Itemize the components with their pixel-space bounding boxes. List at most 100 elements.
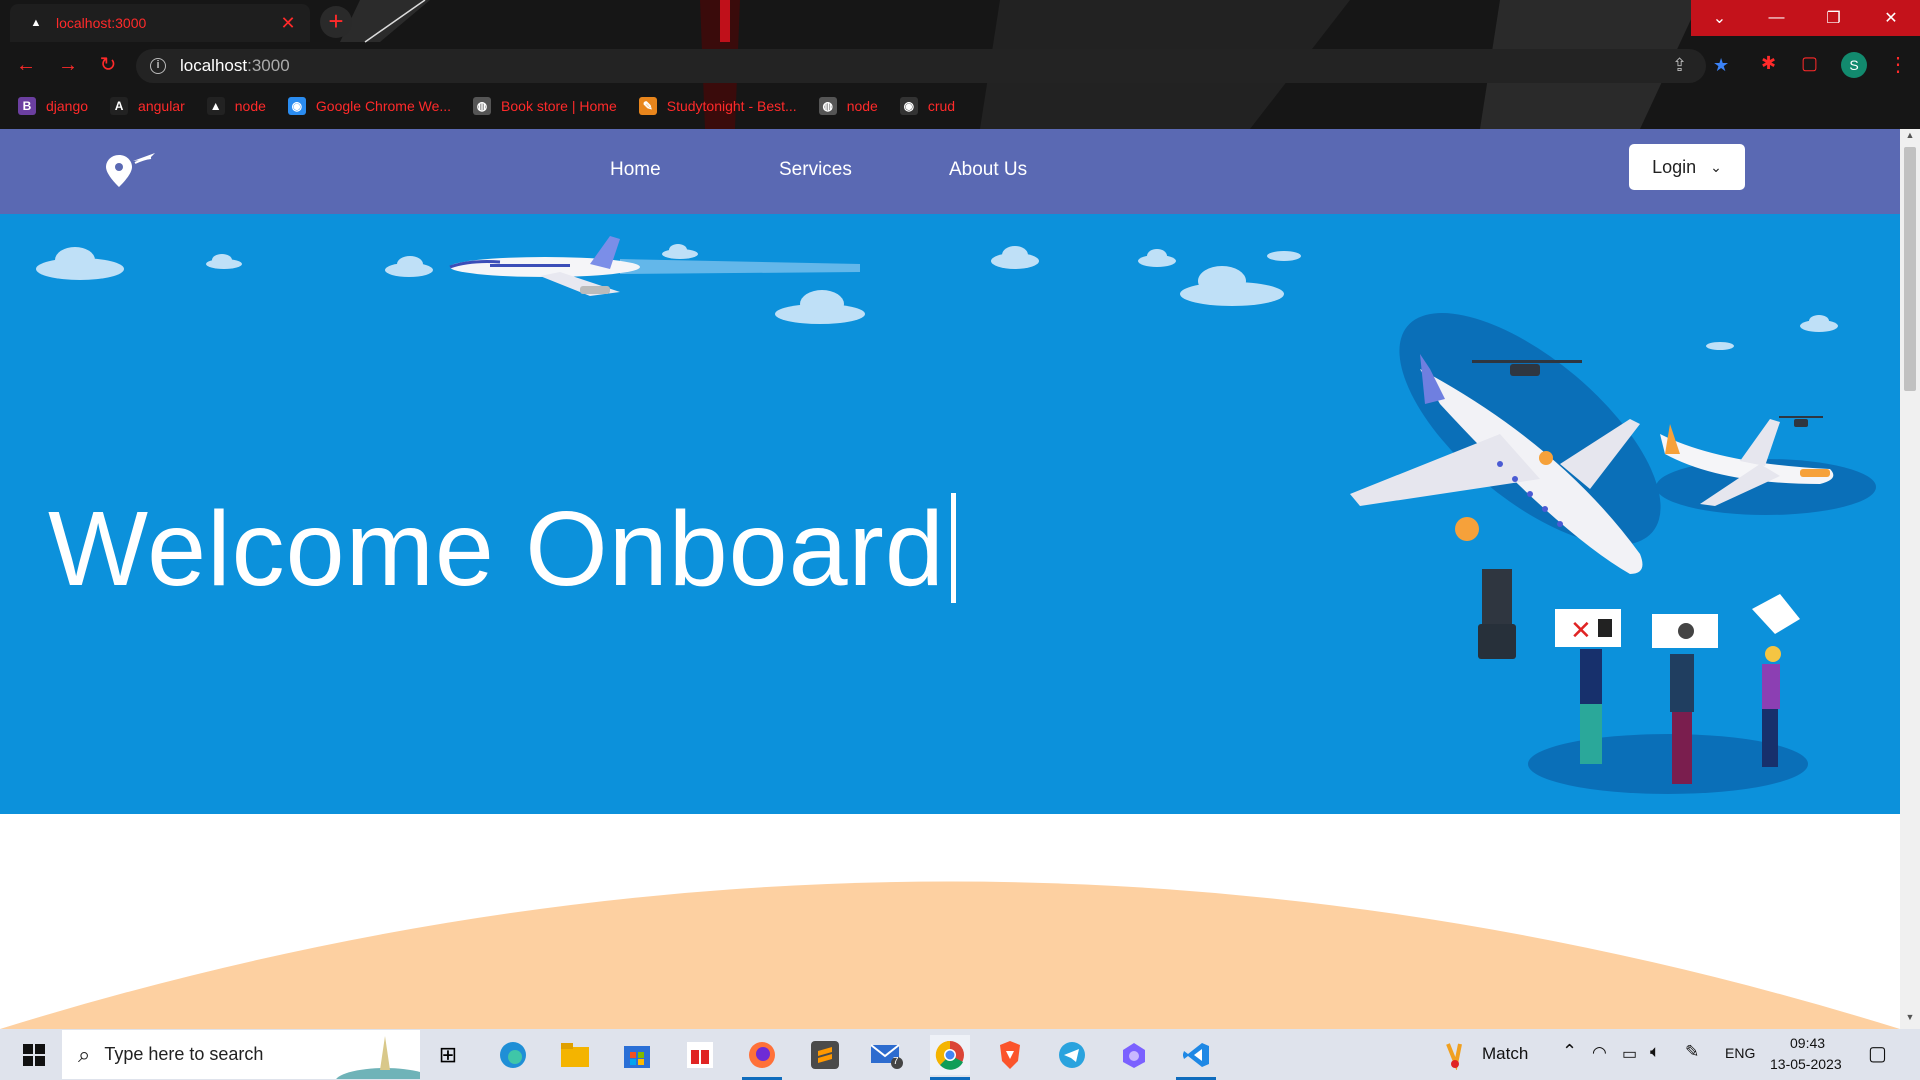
search-placeholder: Type here to search xyxy=(104,1044,264,1064)
bookmark-label: crud xyxy=(927,98,956,114)
hero-section: ✕ Welcome Onboard xyxy=(0,214,1900,814)
bookmark-favicon-icon: ◉ xyxy=(287,97,306,115)
login-dropdown-button[interactable]: Login ⌄ xyxy=(1629,144,1745,190)
taskbar-search-input[interactable]: ⌕ Type here to search xyxy=(62,1030,420,1079)
bookmark-item[interactable]: ✎ Studytonight - Best... xyxy=(638,97,797,115)
bookmark-item[interactable]: ◉ Google Chrome We... xyxy=(287,97,452,115)
bookmark-label: django xyxy=(46,98,89,114)
search-highlight-image xyxy=(336,1036,420,1079)
browser-tab[interactable]: ▲ localhost:3000 ✕ xyxy=(10,4,310,42)
brave-browser-icon[interactable] xyxy=(990,1035,1030,1075)
jet-airplane xyxy=(449,236,860,296)
gift-app-icon[interactable] xyxy=(680,1035,720,1075)
nav-about-link[interactable]: About Us xyxy=(949,159,1027,181)
bookmark-item[interactable]: Aangular xyxy=(110,97,185,115)
url-host: localhost xyxy=(180,56,248,75)
profile-avatar[interactable]: S xyxy=(1841,52,1867,78)
bookmark-label: Google Chrome We... xyxy=(315,98,452,114)
bookmark-item[interactable]: Bdjango xyxy=(18,97,88,115)
microsoft-store-icon[interactable] xyxy=(617,1035,657,1075)
chrome-icon[interactable] xyxy=(930,1035,970,1080)
notifications-icon[interactable]: ▢ xyxy=(1868,1041,1887,1066)
task-view-icon[interactable]: ⊞ xyxy=(428,1035,468,1075)
bookmark-item[interactable]: ◍ node xyxy=(818,97,878,115)
restore-button[interactable]: ❐ xyxy=(1805,0,1862,36)
address-bar-row: ← → ↻ i localhost:3000 ⇪ ★ ✱ ▢ S ⋮ xyxy=(0,47,1920,83)
volume-icon[interactable]: 🔈︎ xyxy=(1650,1042,1660,1062)
back-icon[interactable]: ← xyxy=(12,51,40,79)
minimize-button[interactable]: — xyxy=(1748,0,1805,36)
share-icon[interactable]: ⇪ xyxy=(1672,55,1687,76)
bookmark-item[interactable]: ▲ node xyxy=(206,97,266,115)
bookmark-favicon-icon: ◍ xyxy=(818,97,837,115)
side-panel-icon[interactable]: ▢ xyxy=(1801,53,1818,74)
url-input[interactable]: i localhost:3000 ⇪ ★ xyxy=(136,49,1729,83)
wifi-icon[interactable]: ◠ xyxy=(1592,1043,1607,1063)
peach-arc-section xyxy=(0,814,1900,1029)
bookmark-label: node xyxy=(846,98,878,114)
vscode-icon[interactable] xyxy=(1176,1035,1216,1080)
scroll-thumb[interactable] xyxy=(1904,147,1916,391)
tab-search-icon[interactable]: ⌄ xyxy=(1691,0,1748,36)
bookmark-favicon-icon: ◉ xyxy=(899,97,918,115)
close-window-button[interactable]: ✕ xyxy=(1862,0,1920,36)
scroll-down-icon[interactable]: ▼ xyxy=(1900,1012,1920,1028)
nextjs-favicon-icon: ▲ xyxy=(30,17,42,29)
bookmark-favicon-icon: ✎ xyxy=(638,97,657,115)
clock-date[interactable]: 13-05-2023 xyxy=(1770,1056,1842,1072)
chevron-down-icon: ⌄ xyxy=(1710,158,1722,175)
clouds xyxy=(36,244,1838,350)
tab-close-icon[interactable]: ✕ xyxy=(278,13,298,34)
search-icon: ⌕ xyxy=(78,1041,91,1067)
windows-taskbar: ⌕ Type here to search ⊞ 7 Match ⌃ ◠ ▭ 🔈︎… xyxy=(0,1029,1920,1080)
hero-heading: Welcome Onboard xyxy=(48,489,956,610)
site-info-icon[interactable]: i xyxy=(150,58,166,74)
url-port: :3000 xyxy=(247,56,290,75)
bookmark-item[interactable]: ◉ crud xyxy=(899,97,956,115)
tab-title: localhost:3000 xyxy=(56,15,147,31)
bookmark-label: Book store | Home xyxy=(501,98,617,114)
location-plane-logo-icon[interactable] xyxy=(105,149,157,189)
browser-menu-icon[interactable]: ⋮ xyxy=(1888,52,1908,77)
bookmark-label: Studytonight - Best... xyxy=(666,98,797,114)
browser-chrome: ▲ localhost:3000 ✕ + ⌄ — ❐ ✕ ← → ↻ i loc… xyxy=(0,0,1920,129)
edge-browser-icon[interactable] xyxy=(493,1035,533,1075)
bookmark-favicon-icon: B xyxy=(18,97,36,115)
sublime-text-icon[interactable] xyxy=(805,1035,845,1075)
windows-start-icon[interactable] xyxy=(10,1029,58,1080)
forward-icon[interactable]: → xyxy=(54,51,82,79)
mail-badge: 7 xyxy=(893,1056,899,1067)
weather-label[interactable]: Match xyxy=(1482,1044,1528,1064)
nav-home-link[interactable]: Home xyxy=(610,159,661,181)
bookmark-favicon-icon: A xyxy=(110,97,129,115)
language-indicator[interactable]: ENG xyxy=(1725,1045,1755,1061)
peach-arc-shape xyxy=(0,881,1900,1029)
copilot-app-icon[interactable] xyxy=(1114,1035,1154,1075)
reload-icon[interactable]: ↻ xyxy=(94,51,122,79)
bookmark-label: angular xyxy=(138,98,185,114)
chevron-up-icon[interactable]: ⌃ xyxy=(1562,1041,1577,1062)
airplane-maintenance-illustration: ✕ xyxy=(1350,313,1876,794)
page-scrollbar[interactable]: ▲ ▼ xyxy=(1900,129,1920,1029)
new-tab-button[interactable]: + xyxy=(320,6,352,38)
bookmark-star-icon[interactable]: ★ xyxy=(1713,55,1729,76)
firefox-icon[interactable] xyxy=(742,1035,782,1080)
bookmark-favicon-icon: ▲ xyxy=(206,97,225,115)
bookmarks-bar: Bdjango Aangular ▲ node ◉ Google Chrome We...… xyxy=(0,92,1920,120)
page-viewport: Home Services About Us Login ⌄ ✕ Welcome… xyxy=(0,129,1900,1029)
nav-services-link[interactable]: Services xyxy=(779,159,852,181)
bookmark-item[interactable]: ◍ Book store | Home xyxy=(473,97,617,115)
telegram-icon[interactable] xyxy=(1052,1035,1092,1075)
typing-cursor xyxy=(950,493,956,603)
tab-strip: ▲ localhost:3000 ✕ + ⌄ — ❐ ✕ xyxy=(0,0,1920,42)
login-label: Login xyxy=(1652,156,1697,177)
clock-time[interactable]: 09:43 xyxy=(1790,1035,1825,1051)
extensions-icon[interactable]: ✱ xyxy=(1761,53,1776,74)
scroll-up-icon[interactable]: ▲ xyxy=(1900,130,1920,146)
file-explorer-icon[interactable] xyxy=(555,1035,595,1075)
mail-icon[interactable]: 7 xyxy=(867,1035,907,1075)
svg-text:✕: ✕ xyxy=(1570,615,1592,645)
pen-icon[interactable]: ✎ xyxy=(1685,1042,1699,1062)
weather-widget-icon[interactable] xyxy=(1437,1035,1477,1075)
battery-icon[interactable]: ▭ xyxy=(1622,1044,1637,1064)
